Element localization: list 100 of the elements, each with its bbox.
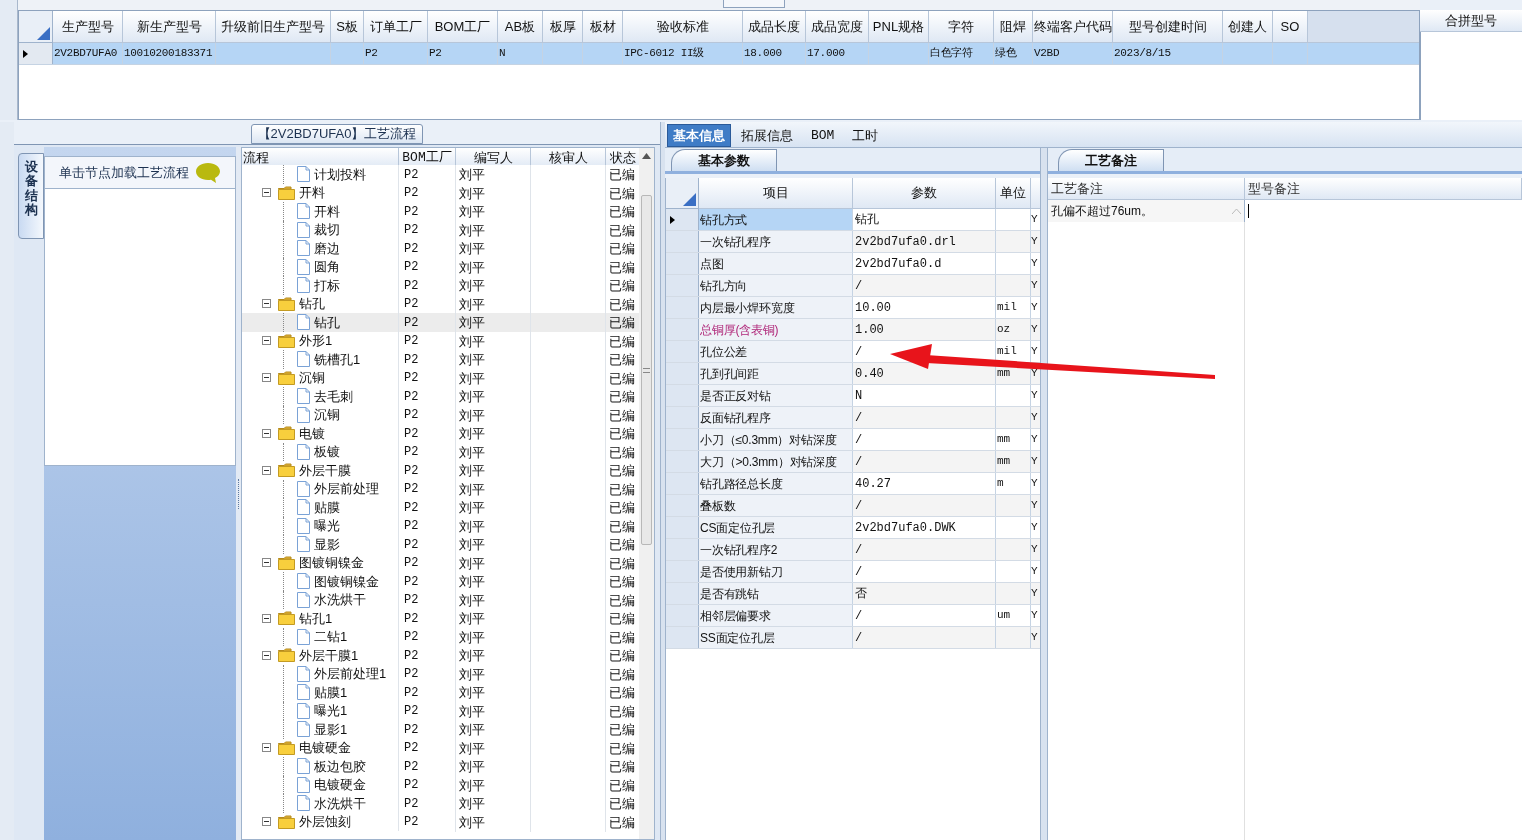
document-icon <box>297 776 310 793</box>
collapse-icon[interactable] <box>262 299 271 309</box>
table-cell: / <box>853 495 996 516</box>
table-row[interactable]: 总铜厚(含表铜) 1.00 oz Y <box>666 319 1040 341</box>
table-row[interactable]: 点图 2v2bd7ufa0.d Y <box>666 253 1040 275</box>
collapse-icon[interactable] <box>262 743 271 753</box>
column-header[interactable]: 参数 <box>853 178 996 209</box>
column-header[interactable]: 阻焊 <box>994 11 1033 43</box>
table-cell: 孔位公差 <box>699 341 853 362</box>
column-header[interactable]: AB板 <box>498 11 543 43</box>
column-header[interactable]: 升级前旧生产型号 <box>216 11 331 43</box>
table-cell-text: 已编 <box>608 258 636 277</box>
column-header[interactable]: 板厚 <box>543 11 583 43</box>
splitter[interactable] <box>1040 148 1048 840</box>
collapse-icon[interactable] <box>262 650 271 660</box>
collapse-icon[interactable] <box>262 465 271 475</box>
document-icon <box>297 480 310 497</box>
table-cell: P2 <box>399 812 456 832</box>
column-header[interactable]: BOM工厂 <box>428 11 498 43</box>
table-cell: 是否有跳钻 <box>699 583 853 604</box>
column-header[interactable] <box>1031 178 1041 209</box>
section-tab[interactable]: 工艺备注 <box>1058 149 1164 171</box>
table-row[interactable]: 一次钻孔程序2 / Y <box>666 539 1040 561</box>
column-header[interactable]: 合拼型号 <box>1420 10 1522 32</box>
column-header[interactable]: 单位 <box>996 178 1031 209</box>
table-cell: 10010200183371 <box>123 43 216 64</box>
tab[interactable]: 基本信息 <box>667 124 731 147</box>
table-row[interactable]: 孔到孔间距 0.40 mm Y <box>666 363 1040 385</box>
column-header[interactable]: 终端客户代码 <box>1033 11 1113 43</box>
collapse-icon[interactable] <box>262 336 271 346</box>
table-row[interactable]: 相邻层偏要求 / um Y <box>666 605 1040 627</box>
column-header[interactable]: S板 <box>331 11 364 43</box>
column-header[interactable]: 验收标准 <box>623 11 743 43</box>
table-cell: 孔到孔间距 <box>699 363 853 384</box>
tab[interactable]: 拓展信息 <box>733 124 801 147</box>
column-header[interactable]: 成品长度 <box>743 11 806 43</box>
scroll-thumb[interactable] <box>641 195 653 545</box>
select-all-corner[interactable] <box>19 11 53 43</box>
table-row[interactable]: 反面钻孔程序 / Y <box>666 407 1040 429</box>
collapse-icon[interactable] <box>262 817 271 827</box>
column-header[interactable]: 字符 <box>929 11 994 43</box>
table-cell-text: 已编 <box>608 517 636 536</box>
table-cell-text: 已编 <box>608 776 636 795</box>
table-row[interactable]: 钻孔方式 钻孔 Y <box>666 209 1040 231</box>
table-row[interactable]: SS面定位孔层 / Y <box>666 627 1040 649</box>
column-header[interactable]: 订单工厂 <box>364 11 428 43</box>
table-row[interactable]: 2V2BD7UFA0 10010200183371 P2 P2 N IPC-6012 II级 18.000 17.000 白色字符 绿色 V2BD 2023/8/15 <box>19 43 1419 65</box>
column-header[interactable]: 工艺备注 <box>1048 178 1245 200</box>
column-header[interactable]: SO <box>1273 11 1308 43</box>
column-header[interactable]: PNL规格 <box>869 11 929 43</box>
node-label: 外层前处理1 <box>314 665 387 683</box>
table-cell-text: Y <box>1031 498 1039 514</box>
table-row[interactable]: 钻孔路径总长度 40.27 m Y <box>666 473 1040 495</box>
splitter[interactable] <box>236 147 241 840</box>
section-tab[interactable]: 基本参数 <box>671 149 777 171</box>
node-label: 图镀铜镍金 <box>299 554 364 572</box>
collapse-icon[interactable] <box>262 373 271 383</box>
collapse-icon[interactable] <box>262 188 271 198</box>
collapse-icon[interactable] <box>262 428 271 438</box>
row-header[interactable] <box>666 209 699 230</box>
table-row[interactable]: 大刀（>0.3mm）对钻深度 / mm Y <box>666 451 1040 473</box>
node-label: 外层干膜 <box>299 461 351 480</box>
folder-icon <box>278 185 295 200</box>
column-header[interactable]: 生产型号 <box>53 11 123 43</box>
node-label: 打标 <box>314 276 340 295</box>
select-all-corner[interactable] <box>666 178 699 209</box>
column-header[interactable]: 成品宽度 <box>806 11 869 43</box>
column-header[interactable]: 创建人 <box>1223 11 1273 43</box>
table-row[interactable]: 孔位公差 / mil Y <box>666 341 1040 363</box>
tab[interactable]: 工时 <box>844 124 887 147</box>
collapse-icon[interactable] <box>262 558 271 568</box>
table-row[interactable]: 内层最小焊环宽度 10.00 mil Y <box>666 297 1040 319</box>
tree-row[interactable]: 钻孔 P2 刘平 已编 <box>242 313 640 332</box>
tab[interactable]: BOM <box>803 124 843 147</box>
table-cell: / <box>853 429 996 450</box>
table-row[interactable]: 叠板数 / Y <box>666 495 1040 517</box>
note-field[interactable]: 孔偏不超过76um。 <box>1048 200 1245 222</box>
table-cell: / <box>853 627 996 648</box>
table-row[interactable]: CS面定位孔层 2v2bd7ufa0.DWK Y <box>666 517 1040 539</box>
collapse-icon[interactable] <box>262 613 271 623</box>
table-row[interactable]: 是否正反对钻 N Y <box>666 385 1040 407</box>
column-header[interactable]: 板材 <box>583 11 623 43</box>
table-row[interactable]: 一次钻孔程序 2v2bd7ufa0.drl Y <box>666 231 1040 253</box>
table-row[interactable]: 是否使用新钻刀 / Y <box>666 561 1040 583</box>
collapsed-tab[interactable] <box>723 0 785 8</box>
table-row[interactable]: 是否有跳钻 否 Y <box>666 583 1040 605</box>
table-cell-text: Y <box>1031 344 1039 360</box>
scroll-up-icon[interactable] <box>642 153 652 159</box>
column-header[interactable]: 型号备注 <box>1245 178 1522 200</box>
document-icon <box>297 721 310 738</box>
document-icon <box>297 591 310 608</box>
side-tab[interactable]: 设备结构 <box>18 153 44 239</box>
tree-row[interactable]: 计划投料 P2 刘平 已编 <box>242 165 640 184</box>
column-header[interactable]: 项目 <box>699 178 853 209</box>
column-header[interactable]: 型号创建时间 <box>1113 11 1223 43</box>
scrollbar[interactable] <box>639 148 654 839</box>
table-row[interactable]: 小刀（≤0.3mm）对钻深度 / mm Y <box>666 429 1040 451</box>
table-row[interactable]: 钻孔方向 / Y <box>666 275 1040 297</box>
corner-triangle-icon <box>683 193 696 206</box>
column-header[interactable]: 新生产型号 <box>123 11 216 43</box>
